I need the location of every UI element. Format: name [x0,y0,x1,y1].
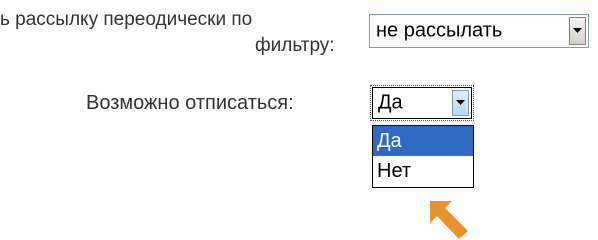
unsubscribe-label: Возможно отписаться: [86,92,294,114]
chevron-down-icon [573,28,582,33]
chevron-down-icon [456,100,465,105]
dropdown-option-no[interactable]: Нет [373,156,473,186]
unsubscribe-select[interactable]: Да [370,85,474,121]
mailing-filter-label-line2: фильтру: [255,35,335,56]
unsubscribe-dropdown-button[interactable] [452,90,469,116]
mailing-filter-select[interactable]: не рассылать [369,14,589,48]
mailing-filter-label-line1: ь рассылку переодически по [0,9,253,30]
mailing-filter-select-value: не рассылать [376,19,503,42]
arrow-pointer-icon [430,201,468,239]
dropdown-option-yes[interactable]: Да [373,126,473,156]
unsubscribe-select-value: Да [378,91,403,114]
mailing-filter-dropdown-button[interactable] [569,17,586,45]
unsubscribe-dropdown-list: Да Нет [372,125,474,188]
